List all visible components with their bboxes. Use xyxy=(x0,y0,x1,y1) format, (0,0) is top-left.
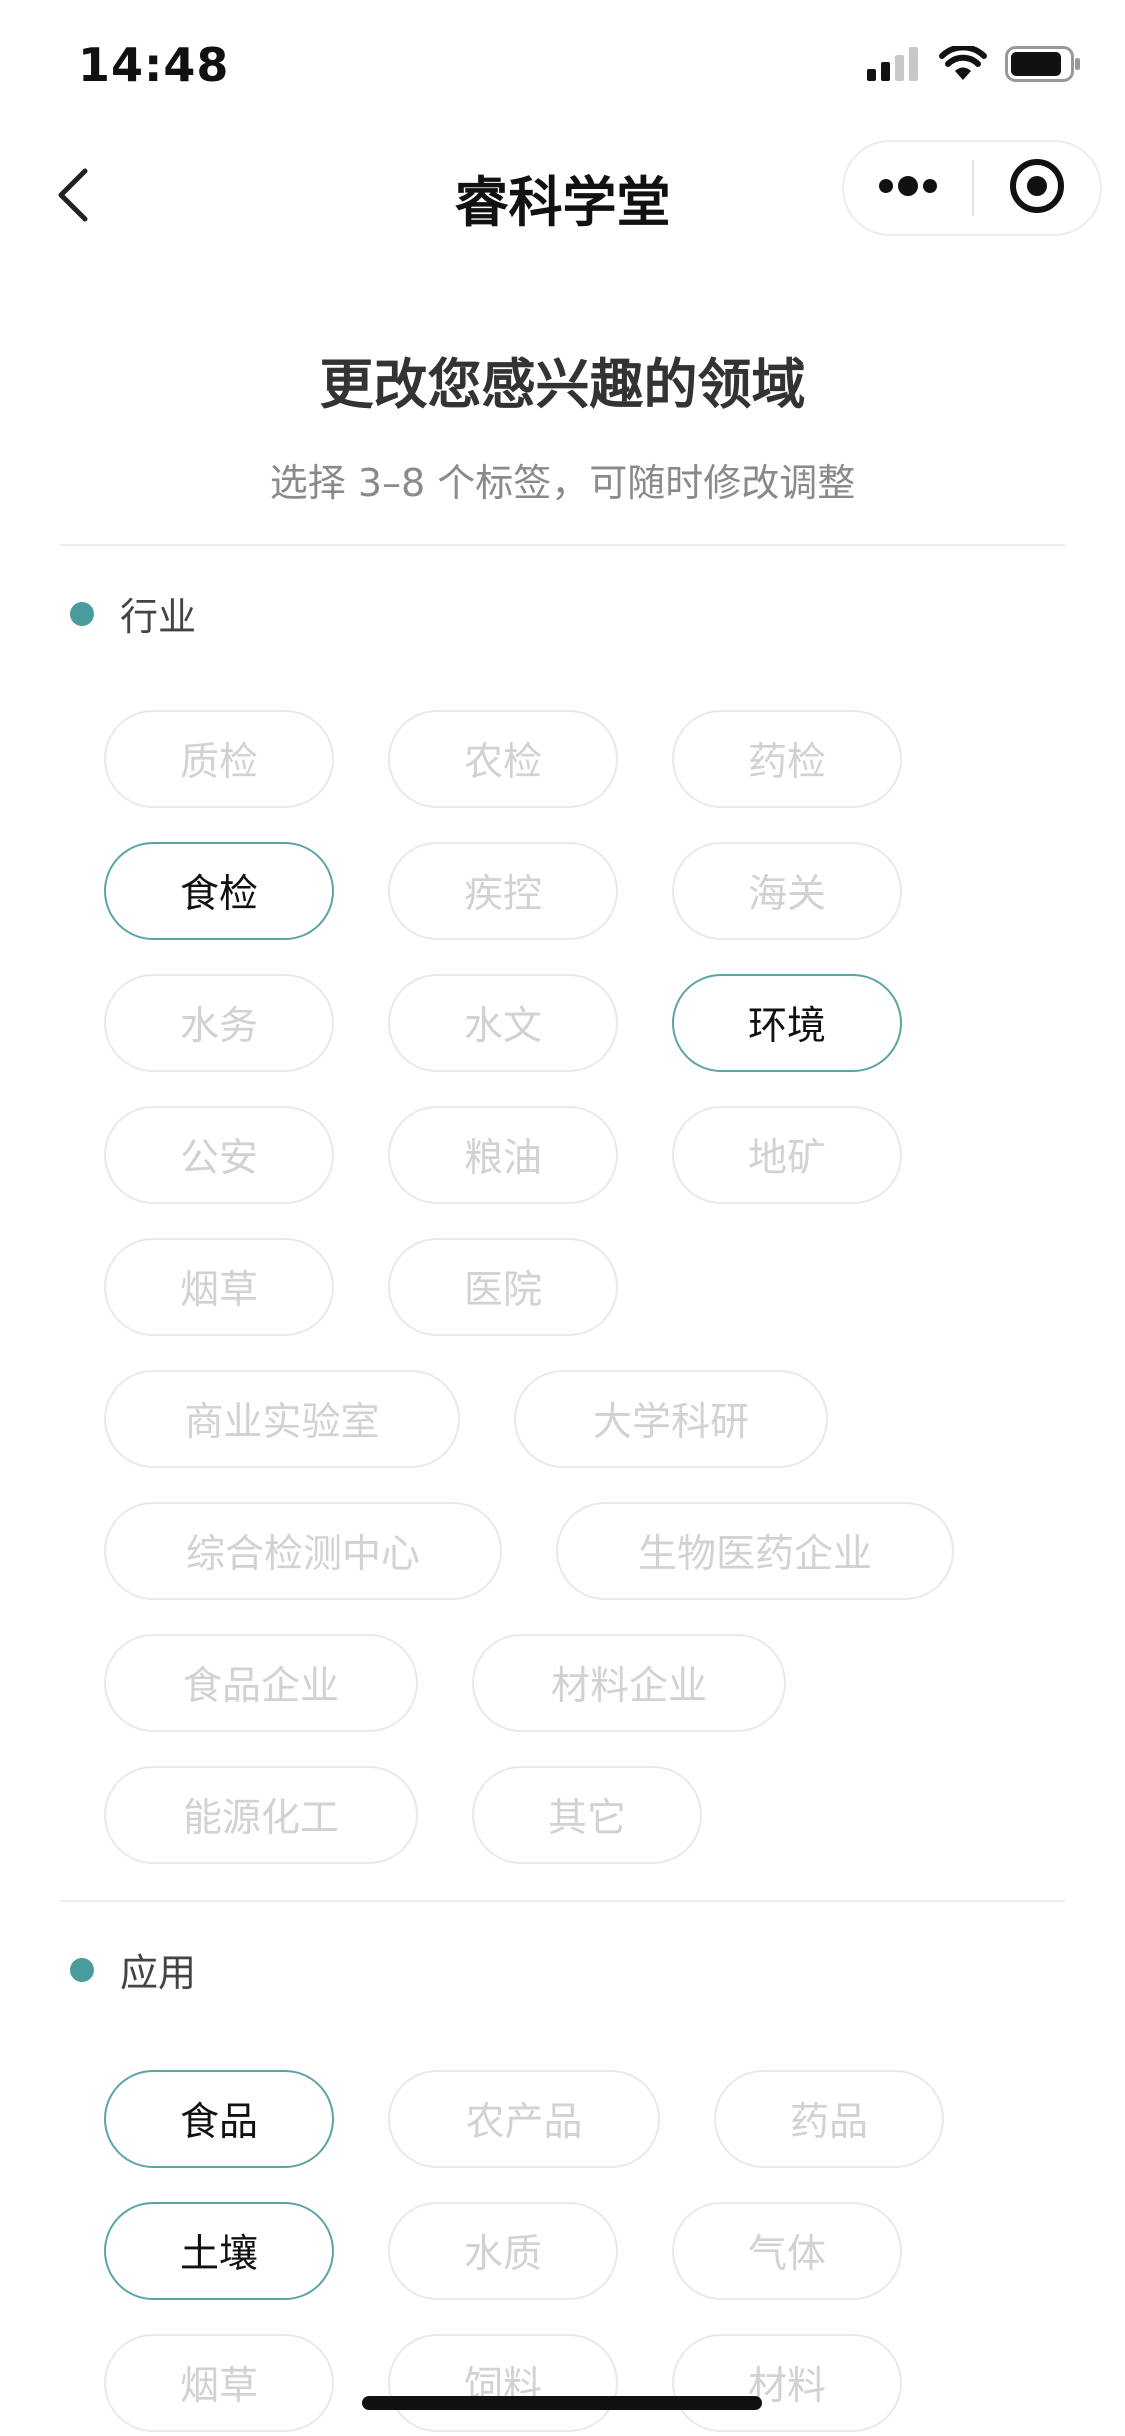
battery-icon xyxy=(1005,46,1081,86)
more-dots-icon xyxy=(876,174,940,202)
tag-button[interactable]: 食品 xyxy=(104,2070,334,2168)
nav-bar: 睿科学堂 xyxy=(0,140,1125,250)
tag-button[interactable]: 生物医药企业 xyxy=(556,1502,954,1600)
tag-button[interactable]: 气体 xyxy=(672,2202,902,2300)
status-bar: 14:48 xyxy=(0,0,1125,140)
tag-button[interactable]: 材料企业 xyxy=(472,1634,786,1732)
tag-button[interactable]: 能源化工 xyxy=(104,1766,418,1864)
tag-button[interactable]: 饲料 xyxy=(388,2334,618,2432)
section-header-industry: 行业 xyxy=(70,586,196,641)
tag-button[interactable]: 药检 xyxy=(672,710,902,808)
tag-button[interactable]: 食品企业 xyxy=(104,1634,418,1732)
tag-button[interactable]: 烟草 xyxy=(104,2334,334,2432)
tag-button[interactable]: 土壤 xyxy=(104,2202,334,2300)
tag-button[interactable]: 环境 xyxy=(672,974,902,1072)
page-subtitle: 选择 3–8 个标签，可随时修改调整 xyxy=(269,461,856,505)
tag-button[interactable]: 药品 xyxy=(714,2070,944,2168)
tag-button[interactable]: 大学科研 xyxy=(514,1370,828,1468)
tag-button[interactable]: 烟草 xyxy=(104,1238,334,1336)
tag-button[interactable]: 农检 xyxy=(388,710,618,808)
section-dot xyxy=(70,601,94,626)
more-button[interactable] xyxy=(844,140,972,236)
tag-button[interactable]: 海关 xyxy=(672,842,902,940)
section-label: 行业 xyxy=(120,595,197,639)
tag-button[interactable]: 综合检测中心 xyxy=(104,1502,502,1600)
tag-button[interactable]: 医院 xyxy=(388,1238,618,1336)
mini-program-capsule xyxy=(842,140,1102,236)
home-indicator xyxy=(362,2396,762,2410)
tag-button[interactable]: 食检 xyxy=(104,842,334,940)
divider xyxy=(60,1900,1065,1902)
divider xyxy=(60,544,1065,546)
wifi-icon xyxy=(939,44,987,86)
section-dot xyxy=(70,1957,94,1982)
tag-button[interactable]: 材料 xyxy=(672,2334,902,2432)
status-icons xyxy=(867,44,1081,86)
section-label: 应用 xyxy=(120,1951,197,1995)
tag-button[interactable]: 水务 xyxy=(104,974,334,1072)
tag-button[interactable]: 其它 xyxy=(472,1766,702,1864)
tag-button[interactable]: 质检 xyxy=(104,710,334,808)
status-time: 14:48 xyxy=(78,38,230,92)
tag-button[interactable]: 公安 xyxy=(104,1106,334,1204)
tag-button[interactable]: 农产品 xyxy=(388,2070,660,2168)
tag-button[interactable]: 商业实验室 xyxy=(104,1370,460,1468)
target-close-icon xyxy=(1008,157,1066,219)
tag-button[interactable]: 地矿 xyxy=(672,1106,902,1204)
page-title: 更改您感兴趣的领域 xyxy=(319,353,806,416)
section-header-application: 应用 xyxy=(70,1942,196,1997)
cellular-signal-icon xyxy=(867,47,921,85)
tag-button[interactable]: 水质 xyxy=(388,2202,618,2300)
tag-button[interactable]: 疾控 xyxy=(388,842,618,940)
tag-button[interactable]: 粮油 xyxy=(388,1106,618,1204)
tag-button[interactable]: 水文 xyxy=(388,974,618,1072)
close-button[interactable] xyxy=(974,140,1100,236)
